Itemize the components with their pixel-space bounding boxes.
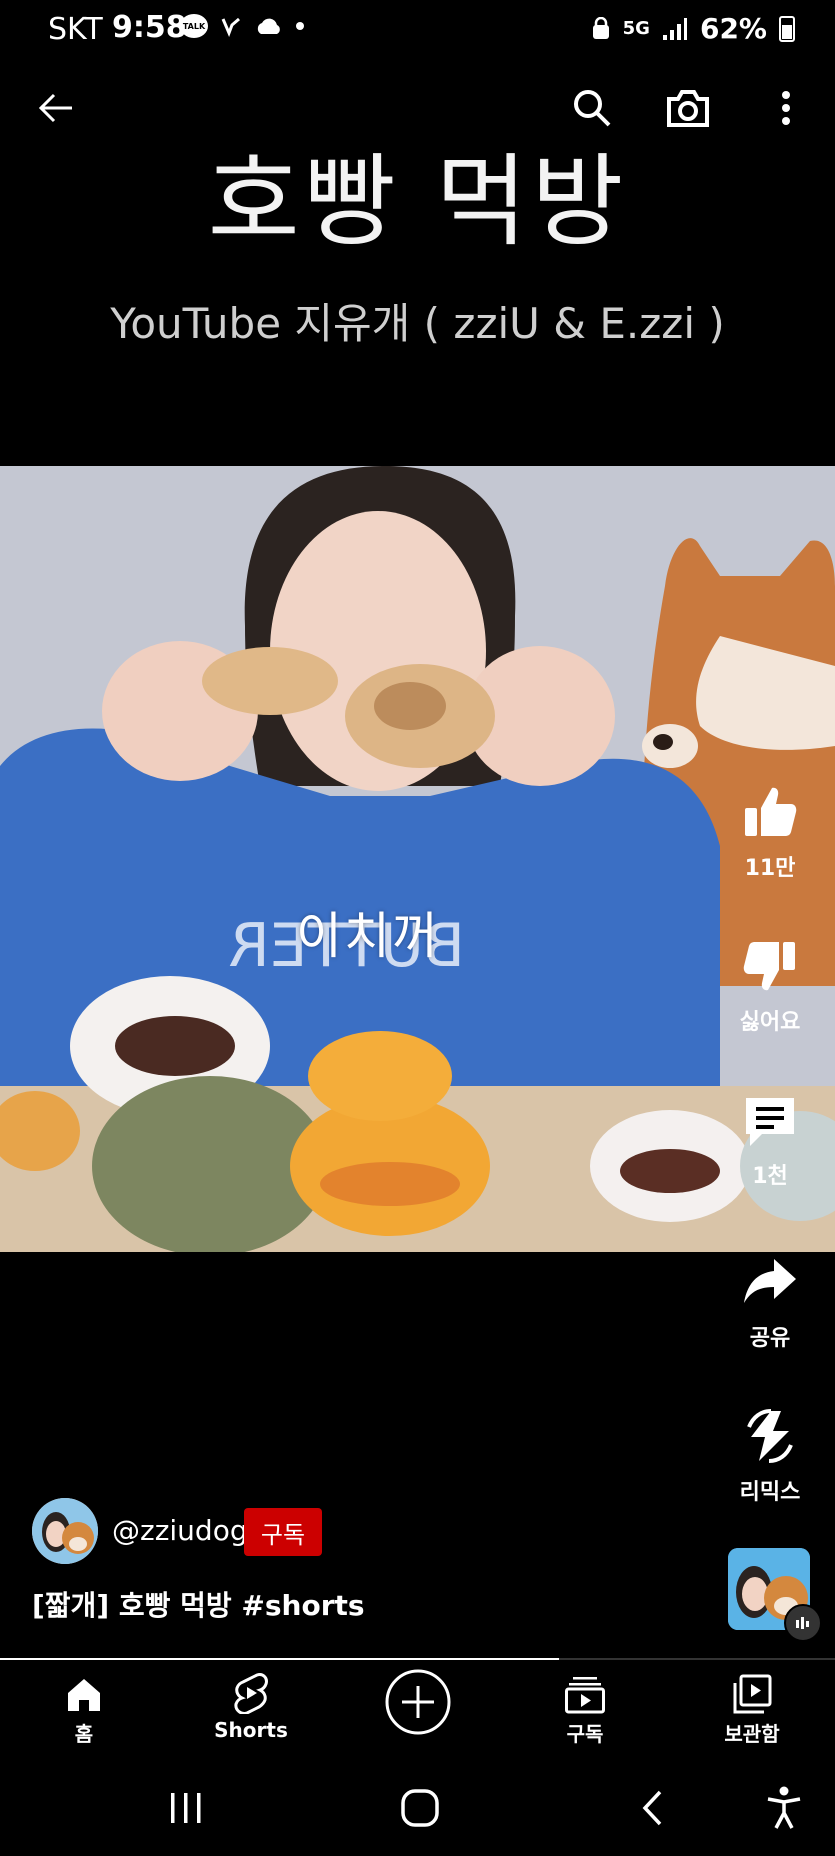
status-bar: SKT 9:58 TALK 5G 62%	[0, 0, 835, 60]
like-count: 11만	[744, 856, 796, 881]
system-back-button[interactable]	[622, 1780, 682, 1836]
recent-apps-icon	[171, 1793, 201, 1823]
home-circle-icon	[401, 1789, 439, 1827]
subscribe-button[interactable]: 구독	[244, 1508, 322, 1556]
accessibility-icon	[767, 1786, 801, 1829]
remix-button[interactable]: 리믹스	[722, 1400, 818, 1506]
carrier-label: SKT	[48, 12, 103, 47]
vpn-lock-icon	[592, 16, 609, 39]
sound-badge	[784, 1604, 822, 1642]
clock: 9:58	[112, 10, 187, 45]
share-label: 공유	[749, 1326, 791, 1351]
nav-shorts-label: Shorts	[214, 1718, 288, 1742]
dislike-label: 싫어요	[739, 1010, 801, 1035]
comment-icon	[746, 1098, 794, 1146]
thumbs-up-icon	[745, 787, 797, 836]
channel-handle[interactable]: @zziudog	[112, 1514, 248, 1547]
nav-shorts[interactable]: Shorts	[181, 1660, 321, 1760]
network-type: 5G	[622, 18, 650, 39]
video-subtitle-card: YouTube 지유개 ( zziU & E.zzi )	[110, 299, 725, 348]
more-notifications-icon	[296, 22, 304, 30]
thumbs-down-icon	[743, 942, 795, 991]
remix-icon	[747, 1409, 793, 1463]
nav-library-label: 보관함	[724, 1722, 780, 1746]
audio-bars-icon	[796, 1617, 809, 1629]
nav-home[interactable]: 홈	[14, 1660, 154, 1760]
signal-icon	[662, 17, 687, 40]
comments-button[interactable]: 1천	[722, 1084, 818, 1190]
shorts-icon	[234, 1673, 268, 1714]
home-system-button[interactable]	[390, 1780, 450, 1836]
recent-apps-button[interactable]	[156, 1780, 216, 1836]
subscriptions-icon	[565, 1677, 605, 1714]
channel-avatar[interactable]	[32, 1498, 98, 1564]
dislike-button[interactable]: 싫어요	[722, 930, 818, 1036]
create-button[interactable]	[348, 1660, 488, 1760]
remix-label: 리믹스	[739, 1480, 801, 1505]
short-title[interactable]: [짧개] 호빵 먹방 #shorts	[32, 1584, 365, 1624]
share-icon	[744, 1259, 796, 1303]
cloud-icon	[257, 18, 280, 34]
battery-icon	[779, 15, 795, 42]
avatar-image	[32, 1498, 98, 1564]
nav-subscriptions[interactable]: 구독	[515, 1660, 655, 1760]
kakaotalk-icon: TALK	[180, 14, 208, 38]
home-icon	[68, 1679, 100, 1711]
battery-percent: 62%	[699, 12, 767, 45]
like-button[interactable]: 11만	[722, 776, 818, 882]
chevron-left-icon	[642, 1790, 662, 1826]
video-player[interactable]: BUTTER 이치꺼	[0, 466, 835, 1252]
accessibility-button[interactable]	[754, 1780, 814, 1836]
nav-home-label: 홈	[74, 1722, 94, 1746]
system-navigation	[0, 1760, 835, 1856]
video-title-card: 호빵 먹방	[207, 143, 628, 260]
nav-library[interactable]: 보관함	[682, 1660, 822, 1760]
video-caption: 이치꺼	[296, 907, 440, 965]
library-icon	[733, 1674, 772, 1714]
create-icon	[385, 1669, 451, 1735]
share-button[interactable]: 공유	[722, 1246, 818, 1352]
video-frame-image: BUTTER	[0, 466, 835, 1252]
nav-subscriptions-label: 구독	[566, 1722, 604, 1746]
bottom-navigation: 홈 Shorts 구독 보관함	[0, 1660, 835, 1760]
comment-count: 1천	[752, 1164, 788, 1189]
notification-icon	[221, 17, 240, 37]
